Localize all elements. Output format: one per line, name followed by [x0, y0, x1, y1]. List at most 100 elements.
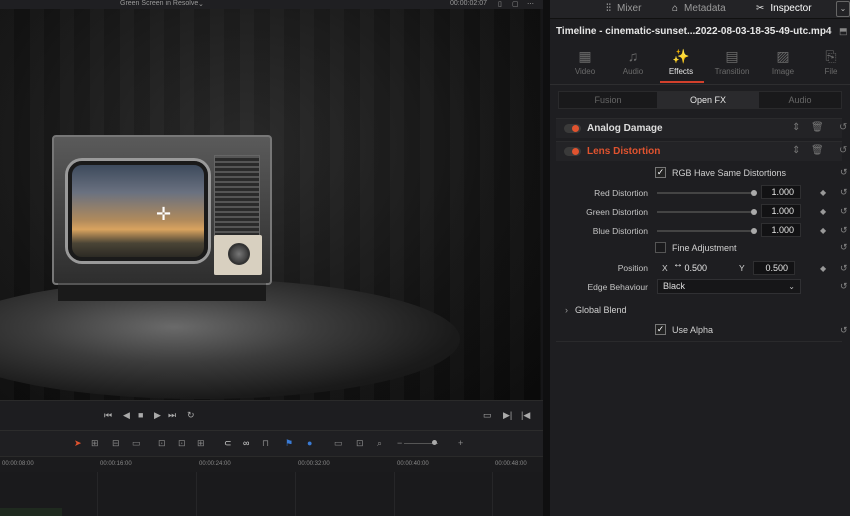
- tab-inspector[interactable]: ✂ Inspector: [756, 3, 812, 14]
- play-icon[interactable]: ▶: [154, 410, 161, 421]
- zoom-detail-icon[interactable]: ⊡: [356, 438, 364, 449]
- position-y-input[interactable]: 0.500: [753, 261, 795, 275]
- trim-icon[interactable]: ⊞: [91, 438, 99, 449]
- insert-icon[interactable]: ⊡: [158, 438, 166, 449]
- slider-knob[interactable]: [751, 228, 757, 234]
- reset-icon[interactable]: ↺: [840, 263, 848, 274]
- overwrite-icon[interactable]: ⊡: [178, 438, 186, 449]
- viewer-header: Green Screen in Resolve ⌄ 00:00:02:07 ▯ …: [0, 0, 543, 9]
- step-back-icon[interactable]: ◀: [123, 410, 130, 421]
- green-distortion-slider[interactable]: [657, 209, 757, 215]
- pin-icon[interactable]: ⬒: [839, 26, 848, 37]
- tab-file[interactable]: ⎘ File: [806, 45, 850, 76]
- more-icon[interactable]: ⋯: [527, 0, 534, 8]
- image-icon: ▨: [776, 48, 790, 64]
- reset-icon[interactable]: ↺: [840, 187, 848, 198]
- viewer-title[interactable]: Green Screen in Resolve: [120, 0, 198, 7]
- zoom-out-icon[interactable]: −: [397, 438, 402, 448]
- window-icon[interactable]: ▢: [512, 0, 519, 8]
- zoom-in-icon[interactable]: +: [458, 438, 463, 448]
- audio-meter-icon[interactable]: ▯: [498, 0, 502, 8]
- reorder-icon[interactable]: ⇕: [792, 122, 800, 133]
- reset-icon[interactable]: ↺: [840, 206, 848, 217]
- keyframe-icon[interactable]: ◆: [820, 264, 826, 273]
- reset-icon[interactable]: ↺: [840, 281, 848, 292]
- skip-to-end-icon[interactable]: ⏭: [168, 410, 176, 421]
- snapping-icon[interactable]: ⊂: [224, 438, 232, 449]
- lock-icon[interactable]: ⊓: [262, 438, 269, 449]
- replace-icon[interactable]: ⊞: [197, 438, 205, 449]
- tab-mixer-label: Mixer: [617, 3, 642, 14]
- marker-icon[interactable]: ●: [307, 438, 312, 448]
- tab-audio[interactable]: ♫ Audio: [608, 45, 658, 76]
- red-distortion-input[interactable]: 1.000: [761, 185, 801, 199]
- inspector-icon: ✂: [756, 3, 765, 14]
- stop-icon[interactable]: ■: [138, 410, 143, 420]
- tab-effects-label: Effects: [668, 67, 694, 76]
- rgb-same-checkbox[interactable]: ✓: [655, 167, 666, 178]
- keyframe-icon[interactable]: ◆: [820, 188, 826, 197]
- analog-damage-toggle[interactable]: [564, 124, 581, 133]
- green-distortion-label: Green Distortion: [586, 207, 648, 217]
- effect-analog-damage[interactable]: Analog Damage ⇕ 🗑 ↺: [556, 118, 847, 138]
- keyframe-icon[interactable]: ◆: [820, 207, 826, 216]
- audio-clip[interactable]: [0, 508, 62, 516]
- tab-video[interactable]: ▦ Video: [560, 45, 610, 76]
- skip-to-start-icon[interactable]: ⏮: [104, 410, 112, 421]
- crosshair-icon[interactable]: ✛: [156, 205, 171, 223]
- timeline-tracks[interactable]: [0, 472, 550, 516]
- slider-knob[interactable]: [751, 209, 757, 215]
- reset-icon[interactable]: ↺: [840, 325, 848, 336]
- tab-transition[interactable]: ▤ Transition: [707, 45, 757, 76]
- dynamic-trim-icon[interactable]: ⊟: [112, 438, 120, 449]
- video-preview[interactable]: ✛: [0, 9, 541, 400]
- effect-lens-distortion[interactable]: Lens Distortion ⇕ 🗑 ↺: [556, 141, 847, 161]
- blade-icon[interactable]: ▭: [132, 438, 141, 449]
- previous-edit-icon[interactable]: |◀: [521, 410, 530, 421]
- linked-selection-icon[interactable]: ∞: [243, 438, 249, 448]
- reset-icon[interactable]: ↺: [840, 242, 848, 253]
- reset-icon[interactable]: ↺: [839, 122, 847, 133]
- global-blend-header[interactable]: › Global Blend: [556, 302, 842, 318]
- tab-fusion[interactable]: Fusion: [559, 92, 657, 108]
- slider-knob[interactable]: [751, 190, 757, 196]
- tab-open-fx[interactable]: Open FX: [657, 92, 759, 108]
- zoom-full-icon[interactable]: ▭: [334, 438, 343, 449]
- reset-icon[interactable]: ↺: [840, 225, 848, 236]
- trash-icon[interactable]: 🗑: [811, 122, 824, 133]
- use-alpha-checkbox[interactable]: ✓: [655, 324, 666, 335]
- match-frame-icon[interactable]: ▭: [483, 410, 492, 421]
- video-icon: ▦: [578, 48, 592, 64]
- selection-icon[interactable]: ➤: [74, 438, 82, 449]
- trash-icon[interactable]: 🗑: [811, 145, 824, 156]
- timeline-ruler[interactable]: 00:00:08:00 00:00:16:00 00:00:24:00 00:0…: [0, 456, 550, 472]
- chevron-down-icon[interactable]: ⌄: [198, 0, 204, 8]
- collapse-panel-icon[interactable]: ⌄: [836, 1, 850, 17]
- flag-icon[interactable]: ⚑: [285, 438, 293, 449]
- lens-distortion-toggle[interactable]: [564, 147, 581, 156]
- tab-metadata[interactable]: ⌂ Metadata: [672, 3, 726, 14]
- zoom-custom-icon[interactable]: ⌕: [377, 438, 382, 449]
- tab-mixer[interactable]: ⫶⫶ Mixer: [606, 3, 641, 14]
- metadata-icon: ⌂: [672, 3, 679, 14]
- keyframe-icon[interactable]: ◆: [820, 226, 826, 235]
- blue-distortion-slider[interactable]: [657, 228, 757, 234]
- green-distortion-input[interactable]: 1.000: [761, 204, 801, 218]
- tab-audio-fx[interactable]: Audio: [759, 92, 841, 108]
- zoom-slider-knob[interactable]: [432, 440, 437, 445]
- red-distortion-slider[interactable]: [657, 190, 757, 196]
- reset-icon[interactable]: ↺: [840, 167, 848, 178]
- tab-image[interactable]: ▨ Image: [758, 45, 808, 76]
- reset-icon[interactable]: ↺: [839, 145, 847, 156]
- panel-divider[interactable]: [543, 0, 550, 516]
- analog-damage-title: Analog Damage: [587, 123, 663, 134]
- blue-distortion-input[interactable]: 1.000: [761, 223, 801, 237]
- ruler-tick: 00:00:16:00: [100, 461, 132, 467]
- next-edit-icon[interactable]: ▶|: [503, 410, 512, 421]
- edge-behaviour-select[interactable]: Black ⌄: [657, 279, 801, 294]
- loop-icon[interactable]: ↻: [187, 410, 195, 421]
- reorder-icon[interactable]: ⇕: [792, 145, 800, 156]
- chevron-down-icon: ⌄: [788, 282, 795, 291]
- tab-effects[interactable]: ✨ Effects: [656, 45, 706, 76]
- fine-adjustment-checkbox[interactable]: [655, 242, 666, 253]
